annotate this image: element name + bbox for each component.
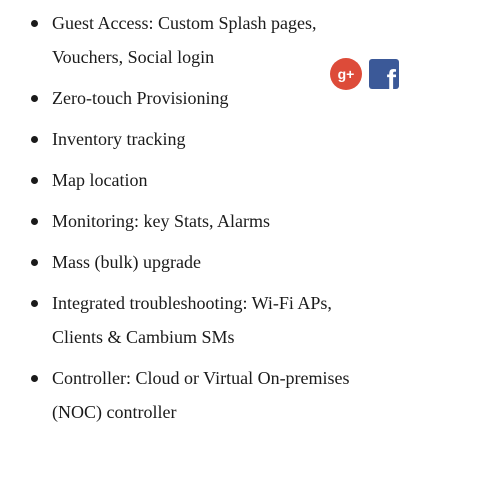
feature-text: Controller: Cloud or Virtual On-premises [52,368,350,388]
bullet [31,259,38,266]
facebook-glyph: f [387,64,397,89]
bullet [31,20,38,27]
feature-text: Inventory tracking [52,129,186,149]
facebook-icon: f [369,59,399,89]
bullet [31,375,38,382]
feature-text: (NOC) controller [52,402,177,422]
feature-item-monitoring: Monitoring: key Stats, Alarms [0,204,486,238]
google-plus-icon: g+ [330,58,362,90]
social-icons: g+ f [330,58,399,90]
feature-list: Guest Access: Custom Splash pages, Vouch… [0,6,486,436]
bullet [31,177,38,184]
bullet [31,136,38,143]
feature-item-inventory: Inventory tracking [0,122,486,156]
feature-text: Clients & Cambium SMs [52,327,235,347]
feature-item-troubleshooting: Integrated troubleshooting: Wi-Fi APs, C… [0,286,486,354]
feature-text: Monitoring: key Stats, Alarms [52,211,270,231]
feature-text: Map location [52,170,148,190]
svg-text:f: f [387,64,397,89]
feature-text: Vouchers, Social login [52,47,215,67]
feature-text: Zero-touch Provisioning [52,88,229,108]
feature-item-map-location: Map location [0,163,486,197]
feature-item-zero-touch: Zero-touch Provisioning [0,81,486,115]
bullet [31,218,38,225]
svg-text:g+: g+ [338,66,355,82]
bullet [31,95,38,102]
feature-text: Integrated troubleshooting: Wi-Fi APs, [52,293,332,313]
feature-item-guest-access: Guest Access: Custom Splash pages, Vouch… [0,6,486,74]
google-plus-glyph: g+ [338,66,355,82]
feature-item-mass-upgrade: Mass (bulk) upgrade [0,245,486,279]
feature-text: Mass (bulk) upgrade [52,252,201,272]
bullet [31,300,38,307]
feature-text: Guest Access: Custom Splash pages, [52,13,317,33]
feature-item-controller: Controller: Cloud or Virtual On-premises… [0,361,486,429]
